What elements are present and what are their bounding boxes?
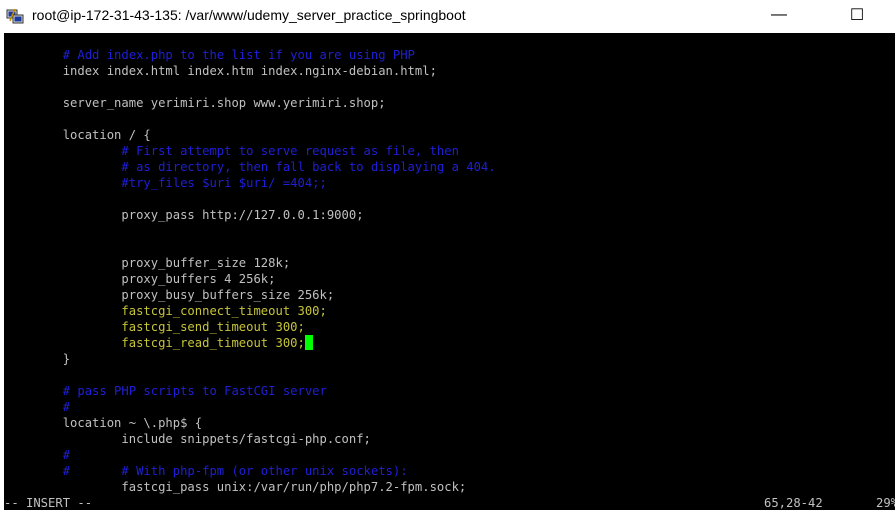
editor-line: proxy_buffer_size 128k; (4, 256, 291, 270)
editor-line: proxy_buffers 4 256k; (4, 272, 276, 286)
editor-line: fastcgi_send_timeout 300; (4, 320, 305, 334)
editor-line: # Add index.php to the list if you are u… (4, 48, 415, 62)
maximize-button[interactable]: ☐ (834, 0, 880, 30)
editor-line: fastcgi_pass unix:/var/run/php/php7.2-fp… (4, 480, 467, 494)
text-cursor (304, 335, 313, 350)
editor-line: location / { (4, 128, 151, 142)
editor-line: include snippets/fastcgi-php.conf; (4, 432, 371, 446)
editor-line: } (4, 352, 71, 366)
maximize-icon: ☐ (849, 7, 865, 24)
cursor-position: 65,28-42 (764, 496, 823, 510)
editor-line: # (4, 400, 71, 414)
window-titlebar: root@ip-172-31-43-135: /var/www/udemy_se… (0, 0, 895, 32)
editor-line: # (4, 448, 71, 462)
minimize-button[interactable]: — (756, 0, 802, 30)
editor-line: server_name yerimiri.shop www.yerimiri.s… (4, 96, 386, 110)
editor-line: fastcgi_read_timeout 300; (4, 335, 313, 351)
scroll-percent: 29% (876, 496, 895, 510)
editor-line: # # With php-fpm (or other unix sockets)… (4, 464, 408, 478)
minimize-icon: — (771, 6, 787, 23)
editor-line: location ~ \.php$ { (4, 416, 203, 430)
editor-line: proxy_pass http://127.0.0.1:9000; (4, 208, 364, 222)
window-bottom-edge (0, 510, 895, 514)
terminal-screen[interactable]: # Add index.php to the list if you are u… (4, 33, 895, 514)
editor-line: fastcgi_connect_timeout 300; (4, 304, 327, 318)
vim-mode-indicator: -- INSERT -- (4, 496, 93, 510)
editor-line: # First attempt to serve request as file… (4, 144, 459, 158)
window-title: root@ip-172-31-43-135: /var/www/udemy_se… (32, 7, 466, 23)
editor-line: proxy_busy_buffers_size 256k; (4, 288, 335, 302)
editor-line: #try_files $uri $uri/ =404;; (4, 176, 327, 190)
editor-line: # pass PHP scripts to FastCGI server (4, 384, 327, 398)
putty-icon[interactable] (6, 7, 24, 25)
editor-line: index index.html index.htm index.nginx-d… (4, 64, 437, 78)
editor-line: # as directory, then fall back to displa… (4, 160, 496, 174)
